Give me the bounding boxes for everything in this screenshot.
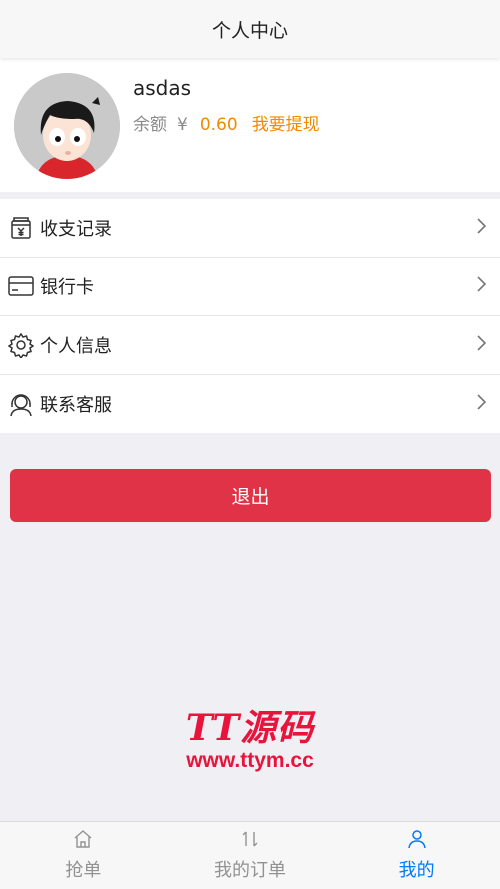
sort-icon: [240, 829, 260, 853]
avatar-illustration-icon: [14, 73, 120, 179]
menu-item-label: 银行卡: [40, 277, 94, 299]
headset-icon: [8, 391, 34, 417]
watermark-url: www.ttym.cc: [186, 749, 314, 772]
card-icon: [8, 273, 34, 299]
menu-list: 收支记录 银行卡 个人信息 联系客服: [0, 199, 500, 433]
tab-my-orders[interactable]: 我的订单: [167, 822, 334, 889]
logout-button[interactable]: 退出: [10, 469, 491, 522]
menu-item-label: 个人信息: [40, 335, 112, 357]
menu-item-transactions[interactable]: 收支记录: [0, 199, 500, 258]
tab-mine[interactable]: 我的: [333, 822, 500, 889]
tab-bar: 抢单 我的订单 我的: [0, 821, 500, 889]
chevron-right-icon: [476, 334, 488, 356]
menu-item-label: 联系客服: [40, 394, 112, 416]
page-title: 个人中心: [211, 19, 288, 42]
menu-item-bank-card[interactable]: 银行卡: [0, 258, 500, 316]
chevron-right-icon: [476, 217, 488, 239]
balance-label: 余额: [133, 115, 167, 135]
currency-symbol: ¥: [177, 115, 188, 135]
watermark-brand: TT源码: [185, 707, 315, 749]
tab-grab-orders[interactable]: 抢单: [0, 822, 167, 889]
username: asdas: [133, 76, 192, 100]
home-icon: [73, 829, 93, 853]
chevron-right-icon: [476, 393, 488, 415]
tab-label: 抢单: [65, 860, 102, 881]
ledger-icon: [8, 215, 34, 241]
nav-bar: 个人中心: [0, 0, 500, 58]
tab-label: 我的订单: [214, 860, 286, 881]
menu-item-label: 收支记录: [40, 218, 112, 240]
chevron-right-icon: [476, 275, 488, 297]
profile-card: asdas 余额 ¥ 0.60 我要提现: [0, 58, 500, 192]
tab-label: 我的: [398, 860, 435, 881]
balance-row: 余额 ¥ 0.60 我要提现: [133, 110, 320, 135]
menu-item-customer-service[interactable]: 联系客服: [0, 375, 500, 434]
watermark: TT源码 www.ttym.cc: [170, 708, 330, 774]
balance-amount: 0.60: [199, 115, 238, 135]
withdraw-link[interactable]: 我要提现: [252, 110, 320, 135]
menu-item-personal-info[interactable]: 个人信息: [0, 316, 500, 375]
person-icon: [407, 829, 427, 853]
gear-icon: [8, 332, 34, 358]
avatar[interactable]: [14, 73, 120, 179]
